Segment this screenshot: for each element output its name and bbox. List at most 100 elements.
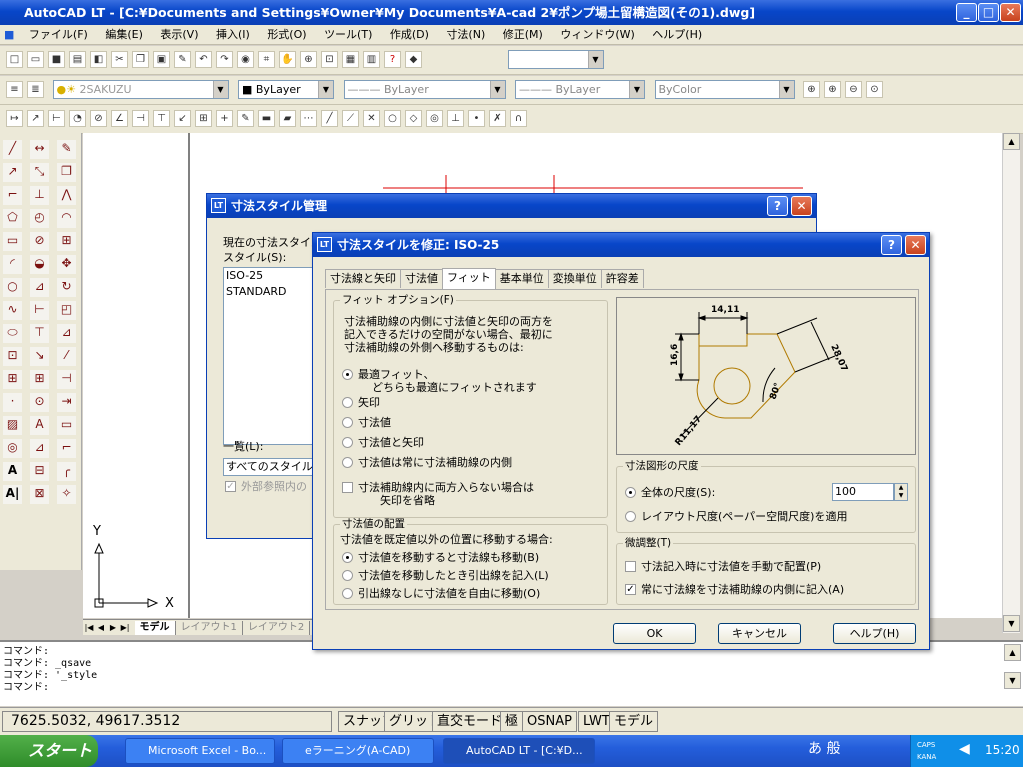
- side-diameter-icon[interactable]: ⊘: [30, 232, 49, 251]
- side-ordinate-icon[interactable]: ⊥: [30, 186, 49, 205]
- menu-draw[interactable]: 作成(D): [383, 25, 436, 45]
- circle-icon[interactable]: ○: [3, 278, 22, 297]
- ok-button[interactable]: OK: [613, 623, 696, 644]
- stretch-icon[interactable]: ⊿: [57, 324, 76, 343]
- mirror-icon[interactable]: ⋀: [57, 186, 76, 205]
- snap-intersect-icon[interactable]: ✕: [363, 110, 380, 127]
- side-textedit-icon[interactable]: ⊿: [30, 439, 49, 458]
- task-excel[interactable]: Microsoft Excel - Bo...: [125, 738, 275, 764]
- move-icon[interactable]: ✥: [57, 255, 76, 274]
- print-icon[interactable]: ▤: [69, 51, 86, 68]
- side-dim-aligned-icon[interactable]: ⤡: [30, 163, 49, 182]
- chamfer-icon[interactable]: ⌐: [57, 439, 76, 458]
- trim-icon[interactable]: ⊣: [57, 370, 76, 389]
- zoom-realtime-icon[interactable]: ⊕: [803, 81, 820, 98]
- coordinate-readout[interactable]: 7625.5032, 49617.3512: [2, 711, 332, 732]
- suppress-arrows-checkbox[interactable]: [342, 482, 353, 493]
- tab-alternate-units[interactable]: 変換単位: [547, 269, 602, 288]
- zoom-window-icon[interactable]: ⊡: [321, 51, 338, 68]
- cut-icon[interactable]: ✂: [111, 51, 128, 68]
- side-update-icon[interactable]: ⊟: [30, 462, 49, 481]
- side-tolerance-icon[interactable]: ⊞: [30, 370, 49, 389]
- zoom-out-icon[interactable]: ⊖: [845, 81, 862, 98]
- lineweight-combo[interactable]: ——— ByLayer ▼: [515, 80, 645, 99]
- layer-combo[interactable]: ●☀ 2SAKUZU ▼: [52, 80, 229, 99]
- side-quick-icon[interactable]: ⊿: [30, 278, 49, 297]
- redo-icon[interactable]: ↷: [216, 51, 233, 68]
- menu-edit[interactable]: 編集(E): [98, 25, 150, 45]
- dim-manager-close-button[interactable]: ✕: [791, 196, 812, 216]
- linetype-combo[interactable]: ——— ByLayer ▼: [343, 80, 506, 99]
- properties-icon[interactable]: ▦: [342, 51, 359, 68]
- plugin-icon[interactable]: ◆: [405, 51, 422, 68]
- dim-aligned-icon[interactable]: ↗: [27, 110, 44, 127]
- arc-icon[interactable]: ◜: [3, 255, 22, 274]
- close-button[interactable]: ✕: [1000, 3, 1021, 22]
- free-move-radio[interactable]: [342, 588, 353, 599]
- vertical-scrollbar[interactable]: ▲ ▼: [1002, 133, 1020, 633]
- tab-model[interactable]: モデル: [134, 621, 176, 635]
- cancel-button[interactable]: キャンセル: [718, 623, 801, 644]
- designcenter-icon[interactable]: ▥: [363, 51, 380, 68]
- dim-radius-icon[interactable]: ◔: [69, 110, 86, 127]
- leader-icon[interactable]: ↙: [174, 110, 191, 127]
- extend-icon[interactable]: ⇥: [57, 393, 76, 412]
- region-icon[interactable]: ◎: [3, 439, 22, 458]
- new-icon[interactable]: □: [6, 51, 23, 68]
- save-icon[interactable]: ■: [48, 51, 65, 68]
- center-mark-icon[interactable]: +: [216, 110, 233, 127]
- open-icon[interactable]: ▭: [27, 51, 44, 68]
- spline-icon[interactable]: ∿: [3, 301, 22, 320]
- rotate-icon[interactable]: ↻: [57, 278, 76, 297]
- layer-prev-icon[interactable]: ≣: [27, 81, 44, 98]
- always-draw-checkbox[interactable]: ✓: [625, 584, 636, 595]
- list-filter[interactable]: すべてのスタイル: [223, 458, 317, 476]
- ellipse-icon[interactable]: ⬭: [3, 324, 22, 343]
- ortho-button[interactable]: 直交モード: [432, 711, 508, 732]
- overall-scale-radio[interactable]: [625, 487, 636, 498]
- dim-style-icon[interactable]: ▬: [258, 110, 275, 127]
- scale-spinner[interactable]: ▲ ▼: [894, 483, 908, 501]
- preview-icon[interactable]: ◧: [90, 51, 107, 68]
- zoom-all-icon[interactable]: ⊙: [866, 81, 883, 98]
- start-button[interactable]: スタート: [0, 735, 98, 767]
- break-icon[interactable]: ▭: [57, 416, 76, 435]
- point-icon[interactable]: ·: [3, 393, 22, 412]
- style-item[interactable]: ISO-25: [226, 268, 316, 284]
- menu-tools[interactable]: ツール(T): [317, 25, 379, 45]
- undo-icon[interactable]: ↶: [195, 51, 212, 68]
- modify-help-button[interactable]: ?: [881, 235, 902, 255]
- tab-layout2[interactable]: レイアウト2: [243, 621, 311, 635]
- dim-continue-icon[interactable]: ⊤: [153, 110, 170, 127]
- side-radius-icon[interactable]: ◴: [30, 209, 49, 228]
- tab-tolerances[interactable]: 許容差: [600, 269, 644, 288]
- menu-file[interactable]: ファイル(F): [22, 25, 95, 45]
- tolerance-icon[interactable]: ⊞: [195, 110, 212, 127]
- paste-icon[interactable]: ▣: [153, 51, 170, 68]
- copy-obj-icon[interactable]: ❐: [57, 163, 76, 182]
- dim-baseline-icon[interactable]: ⊣: [132, 110, 149, 127]
- snap-none-icon[interactable]: ✗: [489, 110, 506, 127]
- ime-status[interactable]: あ 般: [808, 742, 840, 756]
- dim-ordinate-icon[interactable]: ⊢: [48, 110, 65, 127]
- scroll-down-icon[interactable]: ▼: [1003, 615, 1020, 632]
- side-angular-icon[interactable]: ◒: [30, 255, 49, 274]
- text-radio[interactable]: [342, 417, 353, 428]
- tab-text[interactable]: 寸法値: [400, 269, 443, 288]
- offset-icon[interactable]: ◠: [57, 209, 76, 228]
- pline-icon[interactable]: ⌐: [3, 186, 22, 205]
- mtext-icon[interactable]: A|: [3, 485, 22, 504]
- scroll-up-icon[interactable]: ▲: [1003, 133, 1020, 150]
- manual-place-checkbox[interactable]: [625, 561, 636, 572]
- rectangle-icon[interactable]: ▭: [3, 232, 22, 251]
- styles-list[interactable]: ISO-25 STANDARD: [223, 267, 317, 445]
- best-fit-radio[interactable]: [342, 369, 353, 380]
- dim-update-icon[interactable]: ▰: [279, 110, 296, 127]
- tab-prev-icon[interactable]: ◀: [95, 621, 107, 635]
- task-elearning[interactable]: eラーニング(A-CAD): [282, 738, 434, 764]
- zoom-icon[interactable]: ⊕: [300, 51, 317, 68]
- menu-view[interactable]: 表示(V): [153, 25, 205, 45]
- cmd-scroll-up-icon[interactable]: ▲: [1004, 644, 1021, 661]
- task-autocad[interactable]: AutoCAD LT - [C:¥D...: [443, 738, 595, 764]
- dim-diameter-icon[interactable]: ⊘: [90, 110, 107, 127]
